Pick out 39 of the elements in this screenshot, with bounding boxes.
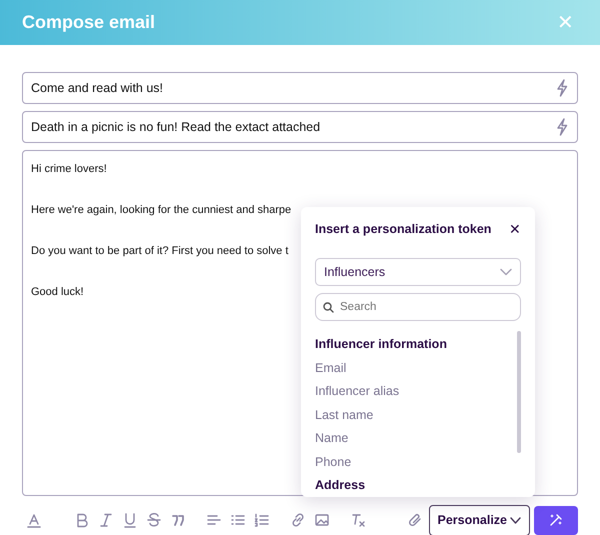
personalize-button[interactable]: Personalize [428,504,530,535]
search-icon [323,302,334,313]
paragraph: Do you want to be part of it? First you need to solve t [31,244,290,259]
section-heading: Influencer information [315,336,448,353]
select-value: Influencers [324,264,386,281]
paragraph: Good luck! [31,285,85,300]
text-field[interactable]: Death in a picnic is no fun! Read the extact attached [22,111,578,143]
chevron-down-icon [500,268,512,276]
scrollbar[interactable] [517,331,521,453]
token-item[interactable]: Phone [315,450,352,474]
lightning-icon[interactable] [556,79,568,97]
message-body[interactable] [22,150,578,496]
chevron-down-icon [510,516,521,524]
text-color-icon[interactable] [26,512,42,528]
token-item[interactable]: Last name [315,404,374,427]
paperclip-icon[interactable] [406,512,423,528]
text-field[interactable]: Come and read with us! [22,72,578,104]
magic-wand-icon [548,512,564,528]
lightning-icon[interactable] [556,118,568,136]
category-select[interactable]: Influencers [315,258,521,286]
italic-icon[interactable] [98,512,114,528]
quote-icon[interactable] [170,512,186,528]
token-item[interactable]: Name [315,427,348,450]
paragraph: Here we're again, looking for the cunniest and sharpe [31,203,292,218]
window-title: Compose email [22,12,156,34]
search-field[interactable]: Search [315,293,521,321]
underline-icon[interactable] [122,512,138,528]
popover-title: Insert a personalization token [315,221,492,238]
link-icon[interactable] [290,512,306,528]
close-button[interactable]: ✕ [509,219,521,240]
clear-format-icon[interactable] [350,512,366,528]
image-icon[interactable] [314,512,330,528]
token-item[interactable]: Email [315,356,346,380]
paragraph: Hi crime lovers! [31,162,108,177]
strikethrough-icon[interactable] [146,512,162,528]
magic-wand-button[interactable] [534,506,578,534]
section-heading: Address [315,477,366,494]
token-item[interactable]: Influencer alias [315,380,400,404]
numbered-list-icon[interactable] [254,512,270,528]
